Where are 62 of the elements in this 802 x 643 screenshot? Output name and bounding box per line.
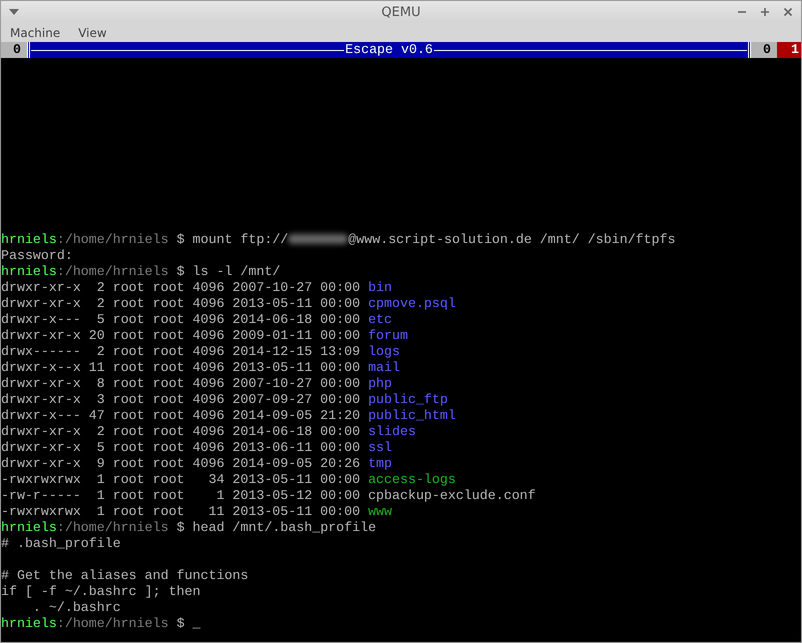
prompt-symbol: $ <box>176 232 185 247</box>
output-line: # .bash_profile <box>1 536 121 551</box>
file-name: mail <box>368 360 400 375</box>
workspace-number: 0 <box>751 42 778 58</box>
file-name: slides <box>368 424 416 439</box>
prompt-path: :/home/hrniels <box>56 264 169 279</box>
window-title: QEMU <box>380 4 422 20</box>
file-info: -rwxrwxrwx 1 root root 34 2013-05-11 00:00 <box>1 472 360 487</box>
file-info: drwxr-xr-x 2 root root 4096 2007-10-27 00:00 <box>1 280 360 295</box>
prompt-user: hrniels <box>1 232 57 247</box>
workspace-number: 0 <box>1 42 27 58</box>
file-name: cpbackup-exclude.conf <box>368 488 536 503</box>
file-info: drwx------ 2 root root 4096 2014-12-15 13:09 <box>1 344 360 359</box>
command-text: head /mnt/.bash_profile <box>192 520 376 535</box>
file-info: -rw-r----- 1 root root 1 2013-05-12 00:00 <box>1 488 360 503</box>
maximize-icon[interactable] <box>760 7 770 17</box>
file-info: drwxr-x--- 5 root root 4096 2014-06-18 00:00 <box>1 312 360 327</box>
prompt-path: :/home/hrniels <box>56 520 169 535</box>
command-text: ls -l /mnt/ <box>192 264 280 279</box>
file-name: www <box>368 504 392 519</box>
file-name: access-logs <box>368 472 456 487</box>
file-name: forum <box>368 328 408 343</box>
dropdown-icon[interactable] <box>9 9 19 15</box>
file-info: drwxr-xr-x 2 root root 4096 2013-05-11 00:00 <box>1 296 360 311</box>
prompt-user: hrniels <box>1 616 57 631</box>
menu-item[interactable]: View <box>78 26 107 40</box>
file-name: ssl <box>368 440 392 455</box>
command-text: _ <box>192 616 201 631</box>
file-name: etc <box>368 312 392 327</box>
prompt-symbol: $ <box>176 264 185 279</box>
file-name: tmp <box>368 456 392 471</box>
file-name: cpmove.psql <box>368 296 456 311</box>
prompt-path: :/home/hrniels <box>56 616 169 631</box>
close-icon[interactable] <box>783 7 793 17</box>
file-name: public_ftp <box>368 392 448 407</box>
file-info: drwxr-xr-x 20 root root 4096 2009-01-11 00:00 <box>1 328 360 343</box>
file-info: drwxr-x--x 11 root root 4096 2013-05-11 00:00 <box>1 360 360 375</box>
os-title: Escape v0.6 <box>344 42 434 58</box>
prompt-user: hrniels <box>1 520 57 535</box>
alert-count: 1 <box>777 42 801 58</box>
output-line: if [ -f ~/.bashrc ]; then <box>1 584 200 599</box>
output-line: Password: <box>1 248 73 263</box>
prompt-symbol: $ <box>176 616 185 631</box>
file-info: drwxr-xr-x 3 root root 4096 2007-09-27 00:00 <box>1 392 360 407</box>
command-text: mount ftp:// <box>192 232 288 247</box>
file-name: public_html <box>368 408 456 423</box>
prompt-user: hrniels <box>1 264 57 279</box>
prompt-path: :/home/hrniels <box>56 232 169 247</box>
file-info: -rwxrwxrwx 1 root root 11 2013-05-11 00:00 <box>1 504 360 519</box>
prompt-symbol: $ <box>176 520 185 535</box>
file-name: logs <box>368 344 400 359</box>
command-text: @www.script-solution.de /mnt/ /sbin/ftpfs <box>348 232 676 247</box>
output-line: # Get the aliases and functions <box>1 568 248 583</box>
file-info: drwxr-xr-x 2 root root 4096 2014-06-18 00:00 <box>1 424 360 439</box>
file-info: drwxr-xr-x 8 root root 4096 2007-10-27 00:00 <box>1 376 360 391</box>
output-line: . ~/.bashrc <box>32 600 121 615</box>
file-info: drwxr-x--- 47 root root 4096 2014-09-05 21:20 <box>1 408 360 423</box>
menu-item[interactable]: Machine <box>10 26 60 40</box>
file-name: php <box>368 376 392 391</box>
file-name: bin <box>368 280 392 295</box>
file-info: drwxr-xr-x 5 root root 4096 2013-06-11 00:00 <box>1 440 360 455</box>
file-info: drwxr-xr-x 9 root root 4096 2014-09-05 20:26 <box>1 456 360 471</box>
